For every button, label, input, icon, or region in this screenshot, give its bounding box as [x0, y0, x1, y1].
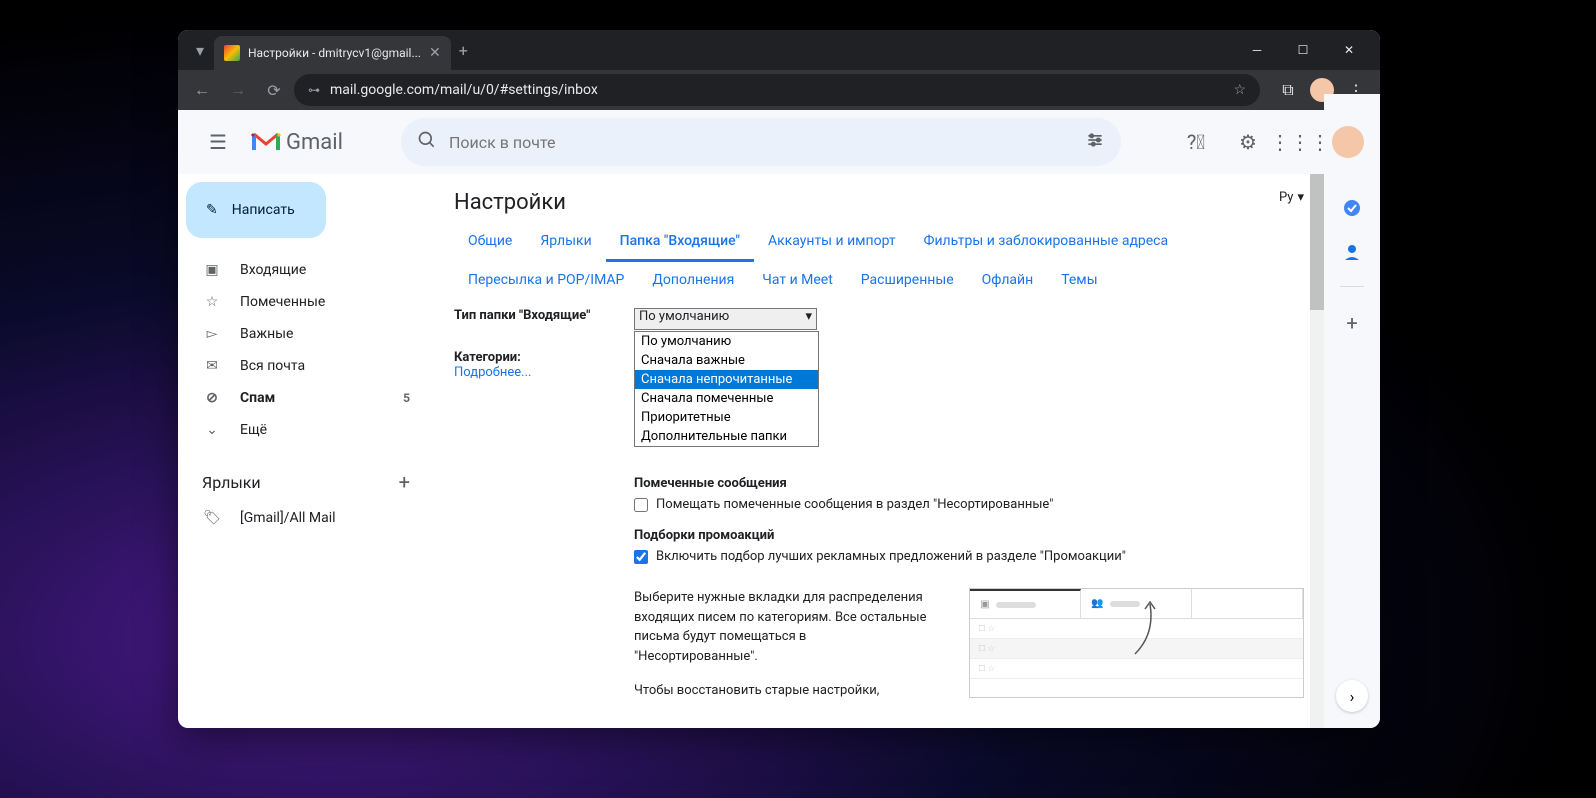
search-bar[interactable]: [401, 118, 1121, 166]
categories-more-link[interactable]: Подробнее...: [454, 365, 531, 380]
sidebar-item-allmail[interactable]: ✉Вся почта: [186, 350, 426, 382]
add-label-button[interactable]: +: [399, 470, 410, 494]
settings-tab-3[interactable]: Аккаунты и импорт: [754, 223, 910, 262]
sidebar: ✎ Написать ▣Входящие ☆Помеченные ▻Важные…: [178, 174, 434, 728]
promo-section-head: Подборки промоакций: [634, 528, 1304, 543]
search-input[interactable]: [449, 133, 1085, 152]
close-window-button[interactable]: ✕: [1326, 30, 1372, 70]
select-arrow-icon: ▾: [805, 309, 812, 324]
main-menu-icon[interactable]: ☰: [194, 118, 242, 166]
tasks-icon[interactable]: [1342, 198, 1362, 218]
settings-tab-2[interactable]: Папка "Входящие": [606, 223, 754, 262]
settings-tab-4[interactable]: Фильтры и заблокированные адреса: [910, 223, 1182, 262]
settings-panel: Настройки Ру▾ ОбщиеЯрлыкиПапка "Входящие…: [434, 174, 1324, 728]
account-avatar[interactable]: [1332, 126, 1364, 158]
url-text: mail.google.com/mail/u/0/#settings/inbox: [330, 82, 598, 98]
inbox-type-label: Тип папки "Входящие": [454, 308, 614, 330]
sidebar-item-more[interactable]: ⌄Ещё: [186, 414, 426, 446]
settings-tab-6[interactable]: Дополнения: [638, 262, 748, 298]
side-panel: 31 + ›: [1324, 94, 1380, 728]
dropdown-option-2[interactable]: Сначала непрочитанные: [635, 370, 818, 389]
sidebar-item-inbox[interactable]: ▣Входящие: [186, 254, 426, 286]
new-tab-button[interactable]: +: [459, 41, 468, 60]
dropdown-option-3[interactable]: Сначала помеченные: [635, 389, 818, 408]
chevron-down-icon: ▾: [1297, 190, 1304, 205]
search-icon: [417, 130, 437, 154]
settings-tab-0[interactable]: Общие: [454, 223, 526, 262]
inbox-type-dropdown: По умолчаниюСначала важныеСначала непроч…: [634, 331, 819, 447]
settings-tab-8[interactable]: Расширенные: [847, 262, 968, 298]
categories-desc-1: Выберите нужные вкладки для распределени…: [634, 588, 929, 666]
maximize-button[interactable]: ☐: [1280, 30, 1326, 70]
close-tab-icon[interactable]: ✕: [429, 45, 441, 61]
sidebar-item-starred[interactable]: ☆Помеченные: [186, 286, 426, 318]
settings-tab-1[interactable]: Ярлыки: [526, 223, 605, 262]
tabs-preview-image: ▣ 👥 ☐ ☆ ☐ ☆ ☐ ☆: [969, 588, 1304, 698]
settings-tab-5[interactable]: Пересылка и POP/IMAP: [454, 262, 638, 298]
dropdown-option-0[interactable]: По умолчанию: [635, 332, 818, 351]
starred-checkbox[interactable]: [634, 498, 648, 512]
settings-tabs: ОбщиеЯрлыкиПапка "Входящие"Аккаунты и им…: [454, 223, 1304, 298]
settings-tab-10[interactable]: Темы: [1047, 262, 1111, 298]
spam-icon: ⊘: [202, 390, 222, 406]
starred-section-head: Помеченные сообщения: [634, 476, 1304, 491]
pencil-icon: ✎: [206, 202, 218, 218]
gmail-m-icon: [250, 130, 282, 154]
dropdown-option-5[interactable]: Дополнительные папки: [635, 427, 818, 446]
categories-desc-2: Чтобы восстановить старые настройки,: [634, 681, 929, 701]
sidebar-label-allmail[interactable]: 🏷[Gmail]/All Mail: [186, 502, 426, 534]
gmail-wordmark: Gmail: [286, 130, 343, 155]
star-icon: ☆: [202, 294, 222, 310]
categories-label: Категории: Подробнее...: [454, 350, 614, 701]
language-selector[interactable]: Ру▾: [1279, 190, 1304, 205]
address-bar: ← → ⟳ ⊶ mail.google.com/mail/u/0/#settin…: [178, 70, 1380, 110]
settings-gear-icon[interactable]: ⚙: [1228, 122, 1268, 162]
dropdown-option-4[interactable]: Приоритетные: [635, 408, 818, 427]
compose-button[interactable]: ✎ Написать: [186, 182, 326, 238]
tab-list-button[interactable]: ▾: [186, 36, 214, 64]
chevron-down-icon: ⌄: [202, 422, 222, 438]
mail-icon: ✉: [202, 358, 222, 374]
browser-titlebar: ▾ Настройки - dmitrycv1@gmail... ✕ + ─ ☐…: [178, 30, 1380, 70]
sidebar-item-spam[interactable]: ⊘Спам5: [186, 382, 426, 414]
tab-title: Настройки - dmitrycv1@gmail...: [248, 46, 421, 60]
search-options-icon[interactable]: [1085, 130, 1105, 154]
promo-checkbox[interactable]: [634, 550, 648, 564]
extensions-icon[interactable]: ⧉: [1272, 74, 1304, 106]
inbox-icon: ▣: [202, 262, 222, 278]
forward-button[interactable]: →: [222, 74, 254, 106]
gmail-favicon-icon: [224, 45, 240, 61]
settings-tab-9[interactable]: Офлайн: [968, 262, 1048, 298]
browser-tab[interactable]: Настройки - dmitrycv1@gmail... ✕: [214, 36, 451, 70]
collapse-panel-button[interactable]: ›: [1336, 680, 1368, 712]
labels-header: Ярлыки +: [186, 462, 426, 502]
scrollbar[interactable]: [1310, 110, 1324, 728]
gmail-logo[interactable]: Gmail: [250, 130, 343, 155]
contacts-icon[interactable]: [1342, 242, 1362, 262]
site-info-icon[interactable]: ⊶: [308, 83, 320, 97]
url-input[interactable]: ⊶ mail.google.com/mail/u/0/#settings/inb…: [294, 74, 1260, 106]
settings-tab-7[interactable]: Чат и Meet: [748, 262, 847, 298]
label-icon: 🏷: [202, 510, 222, 526]
sidebar-item-important[interactable]: ▻Важные: [186, 318, 426, 350]
important-icon: ▻: [202, 326, 222, 342]
add-addon-button[interactable]: +: [1346, 311, 1357, 335]
dropdown-option-1[interactable]: Сначала важные: [635, 351, 818, 370]
support-icon[interactable]: ?⃝: [1176, 122, 1216, 162]
reload-button[interactable]: ⟳: [258, 74, 290, 106]
gmail-header: ☰ Gmail ?⃝ ⚙ ⋮⋮⋮: [178, 110, 1380, 174]
compose-label: Написать: [232, 202, 295, 218]
bookmark-icon[interactable]: ☆: [1233, 82, 1246, 98]
back-button[interactable]: ←: [186, 74, 218, 106]
settings-title: Настройки: [454, 190, 1304, 215]
inbox-type-select[interactable]: По умолчанию ▾ По умолчаниюСначала важны…: [634, 308, 817, 330]
apps-grid-icon[interactable]: ⋮⋮⋮: [1280, 122, 1320, 162]
minimize-button[interactable]: ─: [1234, 30, 1280, 70]
